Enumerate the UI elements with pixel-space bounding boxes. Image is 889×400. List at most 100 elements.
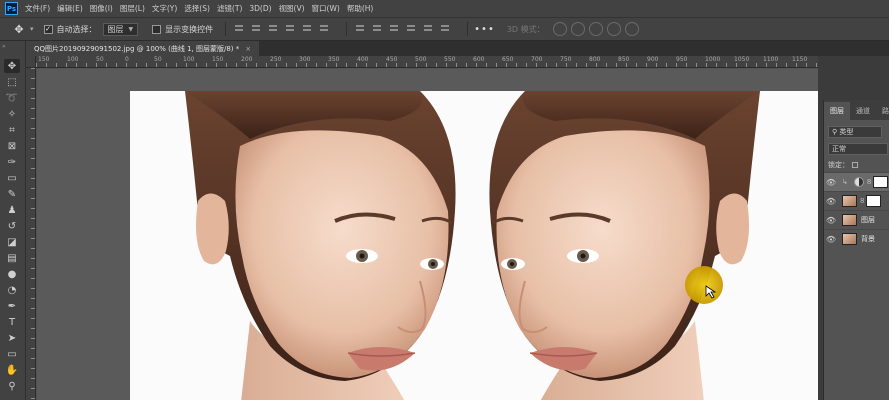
- hand-icon[interactable]: ✋: [4, 363, 20, 377]
- chevron-down-icon[interactable]: ▾: [30, 25, 34, 33]
- menu-edit[interactable]: 编辑(E): [57, 3, 83, 14]
- ruler-label: 650: [502, 56, 514, 63]
- eye-icon[interactable]: 👁: [824, 178, 838, 187]
- layer-mask-thumbnail[interactable]: [873, 176, 889, 188]
- align-hcenter-icon[interactable]: [300, 22, 314, 36]
- document-canvas[interactable]: [130, 91, 818, 400]
- blur-icon[interactable]: ●: [4, 267, 20, 281]
- eye-icon[interactable]: 👁: [824, 197, 838, 206]
- 3d-slide-icon[interactable]: [606, 22, 621, 36]
- 3d-scale-icon[interactable]: [624, 22, 639, 36]
- menu-type[interactable]: 文字(Y): [152, 3, 177, 14]
- tab-layers[interactable]: 图层: [824, 102, 850, 120]
- distribute-left-icon[interactable]: [404, 22, 418, 36]
- menu-select[interactable]: 选择(S): [184, 3, 210, 14]
- layer-row-masked[interactable]: 👁 8: [824, 191, 889, 210]
- menu-3d[interactable]: 3D(D): [249, 4, 271, 13]
- ruler-label: 350: [328, 56, 340, 63]
- collapse-icon[interactable]: »: [2, 43, 6, 50]
- vertical-ruler[interactable]: [26, 68, 36, 400]
- options-bar: ✥ ▾ ✓ 自动选择： 图层 ▼ 显示变换控件 ••• 3D 模式：: [0, 17, 889, 41]
- distribute-right-icon[interactable]: [438, 22, 452, 36]
- frame-icon[interactable]: ⊠: [4, 139, 20, 153]
- rectangle-icon[interactable]: ▭: [4, 347, 20, 361]
- ruler-label: 50: [154, 56, 162, 63]
- layer-mask-thumbnail[interactable]: [866, 195, 882, 207]
- auto-select-checkbox[interactable]: ✓: [43, 24, 53, 34]
- lock-row: 锁定：: [824, 158, 889, 172]
- tab-channels[interactable]: 通道: [850, 102, 876, 120]
- distribute-top-icon[interactable]: [353, 22, 367, 36]
- ruler-label: 100: [67, 56, 79, 63]
- document-tab[interactable]: QQ图片20190929091502.jpg @ 100% (曲线 1, 图层蒙…: [26, 41, 260, 56]
- history-brush-icon[interactable]: ↺: [4, 219, 20, 233]
- gradient-icon[interactable]: ▤: [4, 251, 20, 265]
- healing-brush-icon[interactable]: ▭: [4, 171, 20, 185]
- menu-file[interactable]: 文件(F): [25, 3, 50, 14]
- tab-paths[interactable]: 路: [876, 102, 889, 120]
- blend-mode-dropdown[interactable]: 正常: [828, 143, 888, 155]
- ruler-label: 0: [125, 56, 129, 63]
- ruler-label: 950: [676, 56, 688, 63]
- move-tool-icon[interactable]: ✥: [8, 21, 30, 37]
- close-icon[interactable]: ×: [245, 45, 251, 53]
- auto-select-dropdown[interactable]: 图层 ▼: [102, 22, 139, 36]
- crop-icon[interactable]: ⌗: [4, 123, 20, 137]
- layer-row-curves[interactable]: 👁 ↳ 8: [824, 172, 889, 191]
- menu-filter[interactable]: 滤镜(T): [217, 3, 242, 14]
- distribute-vcenter-icon[interactable]: [370, 22, 384, 36]
- ruler-corner[interactable]: [26, 56, 36, 68]
- menu-image[interactable]: 图像(I): [90, 3, 113, 14]
- eye-icon[interactable]: 👁: [824, 216, 838, 225]
- move-icon[interactable]: ✥: [4, 59, 20, 73]
- layer-filter-value: 类型: [839, 128, 854, 136]
- clone-stamp-icon[interactable]: ♟: [4, 203, 20, 217]
- search-icon: ⚲: [832, 128, 840, 136]
- layer-filter-row: ⚲ 类型: [824, 124, 889, 140]
- align-buttons: [232, 22, 334, 36]
- magic-wand-icon[interactable]: ✧: [4, 107, 20, 121]
- menu-window[interactable]: 窗口(W): [312, 3, 340, 14]
- menu-help[interactable]: 帮助(H): [347, 3, 374, 14]
- menu-view[interactable]: 视图(V): [279, 3, 305, 14]
- lock-transparent-icon[interactable]: [852, 162, 858, 168]
- 3d-orbit-icon[interactable]: [552, 22, 567, 36]
- lasso-icon[interactable]: ➰: [4, 91, 20, 105]
- pen-icon[interactable]: ✒: [4, 299, 20, 313]
- layer-filter-dropdown[interactable]: ⚲ 类型: [828, 126, 882, 138]
- marquee-icon[interactable]: ⬚: [4, 75, 20, 89]
- horizontal-ruler[interactable]: 150 100 50 0 50 100 150 200 250 300 350 400 450 500 55…: [36, 56, 818, 68]
- dodge-icon[interactable]: ◔: [4, 283, 20, 297]
- zoom-icon[interactable]: ⚲: [4, 379, 20, 393]
- cursor-highlight: [685, 266, 723, 304]
- distribute-bottom-icon[interactable]: [387, 22, 401, 36]
- eyedropper-icon[interactable]: ✑: [4, 155, 20, 169]
- distribute-hcenter-icon[interactable]: [421, 22, 435, 36]
- ruler-label: 150: [38, 56, 50, 63]
- left-face: [185, 91, 456, 400]
- eraser-icon[interactable]: ◪: [4, 235, 20, 249]
- path-selection-icon[interactable]: ➤: [4, 331, 20, 345]
- layer-row-layer[interactable]: 👁 图层: [824, 210, 889, 229]
- 3d-roll-icon[interactable]: [570, 22, 585, 36]
- layer-row-background[interactable]: 👁 背景: [824, 229, 889, 248]
- menu-bar: Ps 文件(F) 编辑(E) 图像(I) 图层(L) 文字(Y) 选择(S) 滤…: [0, 0, 889, 17]
- ruler-ticks: [36, 63, 818, 67]
- ruler-label: 300: [299, 56, 311, 63]
- ruler-label: 100: [183, 56, 195, 63]
- align-top-icon[interactable]: [232, 22, 246, 36]
- align-vcenter-icon[interactable]: [249, 22, 263, 36]
- menu-layer[interactable]: 图层(L): [120, 3, 145, 14]
- align-bottom-icon[interactable]: [266, 22, 280, 36]
- show-transform-label: 显示变换控件: [165, 24, 214, 34]
- more-options-icon[interactable]: •••: [474, 24, 495, 35]
- brush-icon[interactable]: ✎: [4, 187, 20, 201]
- type-icon[interactable]: T: [4, 315, 20, 329]
- align-right-icon[interactable]: [317, 22, 331, 36]
- align-left-icon[interactable]: [283, 22, 297, 36]
- show-transform-checkbox[interactable]: [152, 24, 162, 34]
- canvas-area[interactable]: [37, 69, 818, 400]
- ruler-label: 1000: [705, 56, 721, 63]
- 3d-pan-icon[interactable]: [588, 22, 603, 36]
- eye-icon[interactable]: 👁: [824, 235, 838, 244]
